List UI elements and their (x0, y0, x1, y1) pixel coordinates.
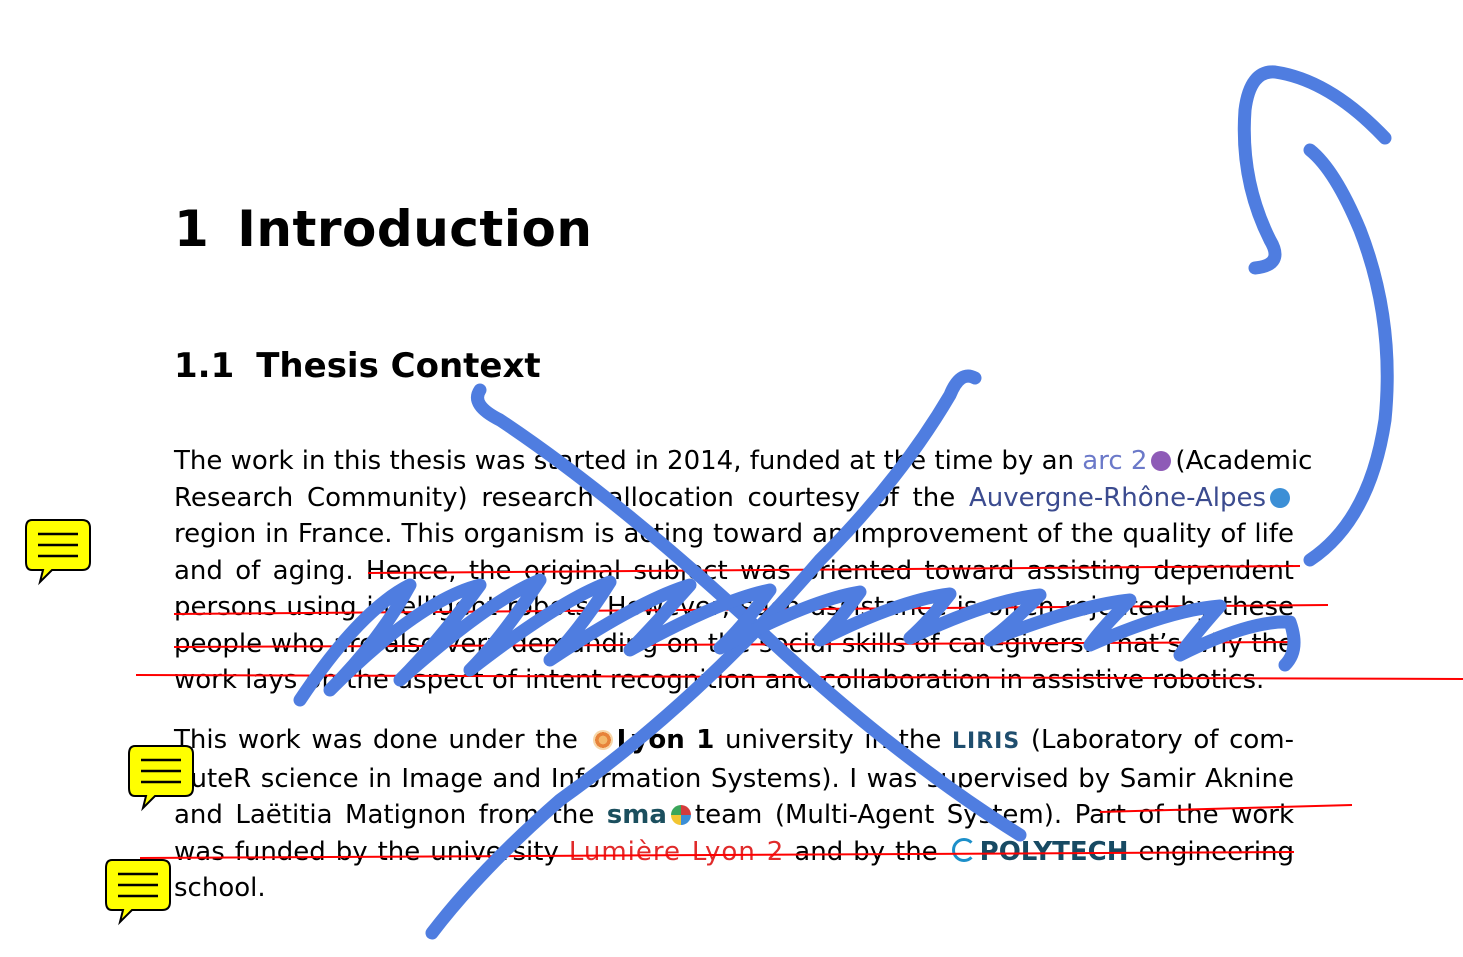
arc2-logo: arc 2 (1082, 446, 1148, 476)
text-span: team (Multi-Agent System). Part of the w… (694, 800, 1295, 830)
subsection-number: 1.1 (174, 346, 235, 386)
text-span: This work was done under the (174, 725, 578, 755)
text-line: and of aging. Hence, the original subjec… (174, 555, 1294, 586)
auvergne-rhone-alpes-logo: Auvergne-Rhône-Alpes (968, 482, 1267, 513)
text-span: engineering (1138, 836, 1295, 867)
comment-icon[interactable] (24, 518, 92, 586)
text-line: school. (174, 873, 266, 903)
text-line: The work in this thesis was started in 2… (174, 443, 1312, 480)
document-page: 1 Introduction 1.1 Thesis Context The work… (0, 0, 1463, 957)
text-span: university in the (724, 725, 942, 755)
text-line: persons using intelligent robots. Howeve… (174, 592, 1294, 622)
text-line: work lays on the aspect of intent recogn… (174, 665, 1265, 695)
sma-emblem-icon (670, 805, 691, 825)
subsection-title: Thesis Context (256, 346, 541, 386)
text-line: Research Community) research allocation … (174, 480, 1294, 517)
ink-arrow-head (1237, 65, 1392, 275)
text-span: The work in this thesis was started in 2… (174, 446, 1074, 476)
paragraph-2: This work was done under the Lyon 1 univ… (174, 722, 1294, 907)
text-line: people who are also very demanding on th… (174, 628, 1294, 659)
comment-icon[interactable] (104, 858, 172, 926)
region-emblem-icon (1270, 487, 1291, 508)
text-span: and Laëtitia Matignon from the (174, 800, 595, 830)
liris-logo: LIRIS (952, 729, 1021, 754)
text-line: was funded by the university Lumière Lyo… (174, 834, 1294, 871)
arc-emblem-icon (1151, 451, 1172, 471)
lumiere-lyon2-logo: Lumière Lyon 2 (568, 836, 785, 867)
subsection-heading: 1.1 Thesis Context (174, 346, 541, 386)
text-span: Research Community) research allocation … (174, 482, 956, 513)
section-heading: 1 Introduction (174, 200, 592, 258)
polytech-logo: POLYTECH (979, 836, 1129, 867)
comment-icon[interactable] (127, 744, 195, 812)
text-span: was funded by the university (174, 836, 559, 867)
sma-logo: sma (606, 800, 667, 830)
text-span: (Academic (1175, 446, 1313, 476)
text-span: (Laboratory of com- (1030, 725, 1295, 755)
section-number: 1 (174, 200, 210, 258)
ink-arrow-shaft (1303, 143, 1394, 567)
polytech-emblem-icon (951, 837, 976, 862)
text-line: This work was done under the Lyon 1 univ… (174, 722, 1294, 761)
text-line: puteR science in Image and Information S… (174, 763, 1294, 794)
lyon1-logo: Lyon 1 (616, 725, 715, 755)
paragraph-1: The work in this thesis was started in 2… (174, 443, 1312, 699)
lyon1-emblem-icon (592, 730, 613, 750)
text-span: and by the (794, 836, 938, 867)
section-title: Introduction (237, 200, 593, 258)
text-line: and Laëtitia Matignon from the sma team (… (174, 797, 1294, 834)
text-line: region in France. This organism is actin… (174, 519, 1294, 549)
